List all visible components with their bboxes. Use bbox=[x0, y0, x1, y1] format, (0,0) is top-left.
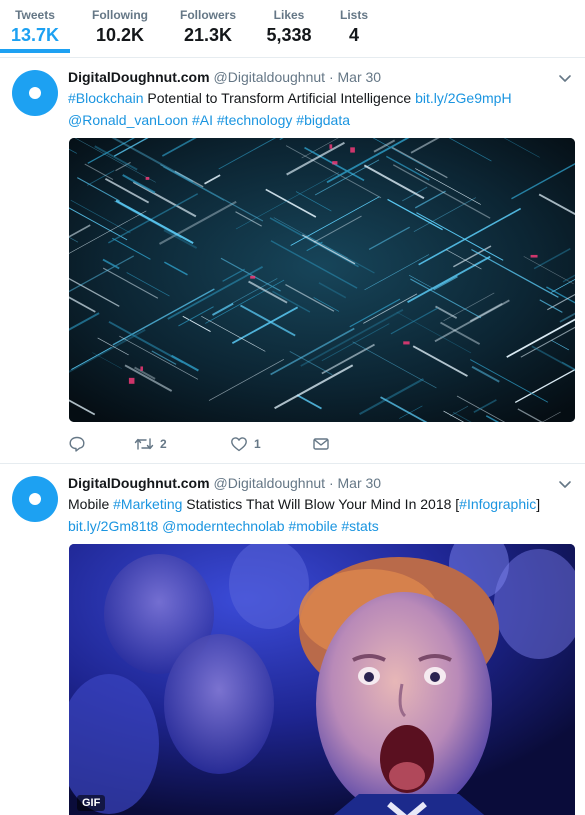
stat-lists[interactable]: Lists 4 bbox=[332, 8, 376, 46]
url-link[interactable]: bit.ly/2Gm81t8 bbox=[68, 518, 158, 534]
data-particle bbox=[145, 176, 150, 180]
stat-label: Tweets bbox=[15, 8, 55, 22]
url-link[interactable]: bit.ly/2Ge9mpH bbox=[415, 90, 511, 106]
like-count: 1 bbox=[254, 437, 261, 451]
stat-value: 10.2K bbox=[95, 25, 145, 45]
stat-following[interactable]: Following 10.2K bbox=[84, 8, 156, 46]
blockchain-abstract-image bbox=[69, 138, 575, 422]
hashtag-link[interactable]: #bigdata bbox=[296, 112, 350, 128]
tweet-text-segment: ] bbox=[536, 496, 541, 512]
mention-link[interactable]: @moderntechnolab bbox=[162, 518, 284, 534]
retweet-icon bbox=[134, 438, 154, 450]
tweet-header: DigitalDoughnut.com @Digitaldoughnut · Ma… bbox=[68, 474, 548, 492]
hashtag-link[interactable]: #technology bbox=[217, 112, 293, 128]
reply-button[interactable] bbox=[68, 434, 86, 454]
author-name[interactable]: DigitalDoughnut.com bbox=[68, 69, 210, 85]
stat-value: 4 bbox=[348, 25, 359, 45]
stat-label: Following bbox=[92, 8, 148, 22]
hashtag-link[interactable]: #AI bbox=[192, 112, 213, 128]
tweet-item[interactable]: DigitalDoughnut.com @Digitaldoughnut · Ma… bbox=[0, 58, 585, 464]
author-handle[interactable]: @Digitaldoughnut bbox=[214, 69, 326, 85]
tweet-text-line: bit.ly/2Gm81t8 @moderntechnolab #mobile … bbox=[68, 515, 568, 537]
like-button[interactable]: 1 bbox=[230, 434, 261, 454]
hashtag-link[interactable]: #Marketing bbox=[113, 496, 182, 512]
profile-stats-bar: Tweets 13.7K Following 10.2K Followers 2… bbox=[0, 0, 585, 58]
data-particle bbox=[140, 366, 143, 371]
stat-value: 5,338 bbox=[266, 25, 312, 45]
hashtag-link[interactable]: #Infographic bbox=[459, 496, 536, 512]
stat-tweets[interactable]: Tweets 13.7K bbox=[6, 8, 64, 46]
data-particle bbox=[329, 144, 333, 149]
hashtag-link[interactable]: #Blockchain bbox=[68, 90, 144, 106]
author-name[interactable]: DigitalDoughnut.com bbox=[68, 475, 210, 491]
mention-link[interactable]: @Ronald_vanLoon bbox=[68, 112, 188, 128]
surprised-fan-gif bbox=[69, 544, 575, 815]
active-tab-underline bbox=[0, 49, 70, 53]
stat-followers[interactable]: Followers 21.3K bbox=[172, 8, 244, 46]
tweet-item[interactable]: DigitalDoughnut.com @Digitaldoughnut · Ma… bbox=[0, 464, 585, 815]
tweet-text-segment: Potential to Transform Artificial Intell… bbox=[143, 90, 416, 106]
data-particle bbox=[403, 341, 410, 345]
tweet-header: DigitalDoughnut.com @Digitaldoughnut · Ma… bbox=[68, 68, 548, 86]
data-particle bbox=[350, 147, 355, 153]
retweet-count: 2 bbox=[160, 437, 167, 451]
tweet-text-line: @Ronald_vanLoon #AI #technology #bigdata bbox=[68, 109, 568, 131]
stat-likes[interactable]: Likes 5,338 bbox=[260, 8, 318, 46]
direct-message-button[interactable] bbox=[312, 434, 330, 454]
tweet-actions: 2 1 bbox=[68, 434, 368, 454]
gif-badge: GIF bbox=[77, 795, 106, 811]
chevron-down-icon[interactable] bbox=[557, 476, 573, 492]
stat-label: Followers bbox=[179, 8, 236, 22]
tweet-gif[interactable]: GIF bbox=[69, 544, 575, 815]
envelope-icon bbox=[313, 438, 329, 450]
avatar[interactable] bbox=[12, 70, 58, 116]
tweet-timestamp[interactable]: Mar 30 bbox=[338, 475, 382, 491]
chevron-down-icon[interactable] bbox=[557, 70, 573, 86]
hashtag-link[interactable]: #stats bbox=[341, 518, 378, 534]
stat-label: Likes bbox=[273, 8, 305, 22]
tweet-text-line: #Blockchain Potential to Transform Artif… bbox=[68, 87, 568, 109]
header-separator: · bbox=[328, 475, 334, 491]
reply-icon bbox=[69, 436, 85, 452]
stat-value: 21.3K bbox=[183, 25, 233, 45]
retweet-button[interactable]: 2 bbox=[134, 434, 167, 454]
tweet-timestamp[interactable]: Mar 30 bbox=[338, 69, 382, 85]
tweet-text-segment: Mobile bbox=[68, 496, 114, 512]
tweet-text: #Blockchain Potential to Transform Artif… bbox=[68, 87, 568, 131]
data-particle bbox=[530, 254, 538, 258]
avatar[interactable] bbox=[12, 476, 58, 522]
tweet-text-segment: Statistics That Will Blow Your Mind In 2… bbox=[182, 496, 460, 512]
tweet-image[interactable] bbox=[69, 138, 575, 422]
stat-label: Lists bbox=[339, 8, 368, 22]
data-particle bbox=[250, 275, 256, 279]
avatar-doughnut-hole bbox=[29, 87, 41, 99]
tweet-text-line: Mobile #Marketing Statistics That Will B… bbox=[68, 493, 568, 515]
data-particle bbox=[128, 377, 135, 384]
avatar-doughnut-hole bbox=[29, 493, 41, 505]
header-separator: · bbox=[328, 69, 334, 85]
hashtag-link[interactable]: #mobile bbox=[288, 518, 337, 534]
heart-icon bbox=[231, 437, 247, 452]
data-particle bbox=[332, 161, 338, 165]
tweet-text: Mobile #Marketing Statistics That Will B… bbox=[68, 493, 568, 537]
stat-value: 13.7K bbox=[10, 25, 60, 45]
author-handle[interactable]: @Digitaldoughnut bbox=[214, 475, 326, 491]
